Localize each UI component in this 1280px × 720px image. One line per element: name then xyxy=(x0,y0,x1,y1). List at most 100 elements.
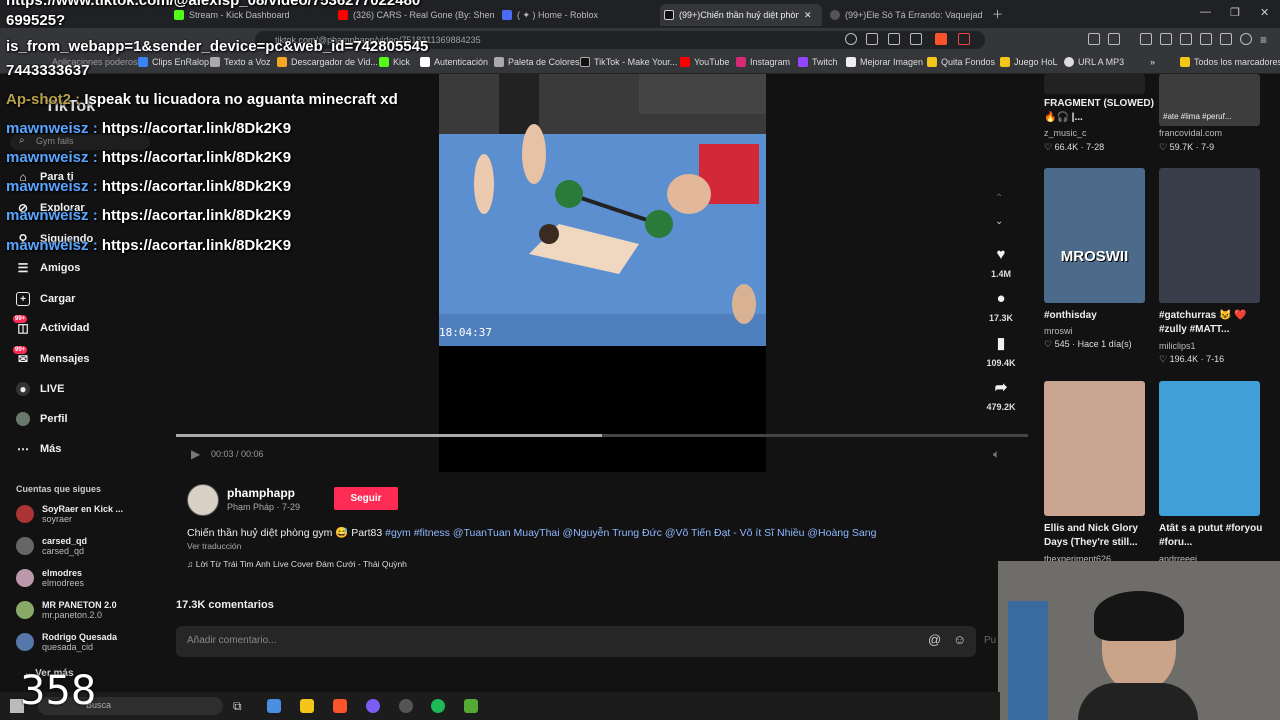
following-item[interactable]: SoyRaer en Kick ... soyraer xyxy=(16,504,123,524)
avatar xyxy=(16,601,34,619)
recommended-thumb[interactable] xyxy=(1159,168,1260,303)
wallet-icon[interactable] xyxy=(1200,33,1212,45)
bookmark-item[interactable]: Clips EnRalop xyxy=(138,57,209,67)
download-icon[interactable] xyxy=(1140,33,1152,45)
music-icon[interactable] xyxy=(1160,33,1172,45)
post-comment-button[interactable]: Pu xyxy=(984,635,996,646)
bookmark-item[interactable]: Paleta de Colores xyxy=(494,57,580,67)
recommended-title[interactable]: FRAGMENT (SLOWED)🔥🎧 |... xyxy=(1044,97,1154,125)
chat-message: mawnweisz : https://acortar.link/8Dk2K9 xyxy=(6,207,292,224)
minecraft-icon[interactable] xyxy=(464,699,478,713)
translate-icon[interactable] xyxy=(888,33,900,45)
close-window-icon[interactable]: ✕ xyxy=(1260,6,1269,19)
nav-amigos[interactable]: ☰ Amigos xyxy=(16,261,81,275)
recommended-title[interactable]: #gatchurras 😺 ❤️ #zully #MATT... xyxy=(1159,309,1269,337)
recommended-user[interactable]: francovidal.com xyxy=(1159,128,1222,138)
bookmark-item[interactable]: Instagram xyxy=(736,57,790,67)
discord-icon[interactable] xyxy=(366,699,380,713)
leo-icon[interactable] xyxy=(1220,33,1232,45)
following-item[interactable]: Rodrigo Quesada quesada_cid xyxy=(16,632,117,652)
chevron-up-icon[interactable]: ⌃ xyxy=(995,193,1003,204)
bookmark-item[interactable]: Mejorar Imagen xyxy=(846,57,923,67)
recommended-thumb[interactable] xyxy=(1044,381,1145,516)
tab-tiktok-2[interactable]: (99+)Ele Só Tá Errando: Vaquejad xyxy=(826,4,986,26)
author-avatar[interactable] xyxy=(187,484,219,516)
nav-cargar[interactable]: + Cargar xyxy=(16,292,75,306)
tab-roblox[interactable]: ( ✦ ) Home - Roblox xyxy=(498,4,658,26)
recommended-thumb[interactable] xyxy=(1159,381,1260,516)
recommended-title[interactable]: Atât s a putut #foryou #foru... xyxy=(1159,522,1269,550)
translate-link[interactable]: Ver traducción xyxy=(187,541,241,551)
store-icon[interactable] xyxy=(267,699,281,713)
recommended-thumb[interactable] xyxy=(1044,74,1145,94)
volume-icon[interactable]: 🔈︎ xyxy=(993,447,1000,462)
recommended-thumb[interactable]: MROSWII xyxy=(1044,168,1145,303)
minimize-icon[interactable]: — xyxy=(1200,6,1211,18)
nav-mensajes[interactable]: ✉ 99+ Mensajes xyxy=(13,346,90,366)
bookmark-action[interactable]: ▮ 109.4K xyxy=(985,334,1017,368)
share-page-icon[interactable] xyxy=(910,33,922,45)
bookmark-item[interactable]: Quita Fondos xyxy=(927,57,995,67)
follow-button[interactable]: Seguir xyxy=(334,487,398,510)
nav-actividad[interactable]: ◫ 99+ Actividad xyxy=(13,315,90,335)
brave-icon[interactable] xyxy=(333,699,347,713)
music-link[interactable]: ♫ Lời Từ Trái Tim Anh Live Cover Đám Cướ… xyxy=(187,559,407,569)
task-view-icon[interactable]: ⧉ xyxy=(233,699,247,713)
share-action[interactable]: ➦ 479.2K xyxy=(985,378,1017,412)
recommended-thumb[interactable]: #ate #lima #peruf... xyxy=(1159,74,1260,126)
recommended-user[interactable]: miliclips1 xyxy=(1159,341,1196,351)
nav-mas[interactable]: ⋯ Más xyxy=(16,442,61,456)
webcam-object xyxy=(1008,601,1048,720)
chat-message: mawnweisz : https://acortar.link/8Dk2K9 xyxy=(6,178,292,195)
video-player[interactable]: 18:04:37 xyxy=(439,74,766,346)
tablet-icon[interactable] xyxy=(1108,33,1120,45)
restore-icon[interactable]: ❐ xyxy=(1230,6,1240,19)
caption-tags[interactable]: #gym #fitness @TuanTuan MuayThai @Nguyễn… xyxy=(385,527,876,539)
following-item[interactable]: elmodres elmodrees xyxy=(16,568,84,588)
spotify-icon[interactable] xyxy=(431,699,445,713)
bookmark-item[interactable]: Kick xyxy=(379,57,410,67)
following-item[interactable]: carsed_qd carsed_qd xyxy=(16,536,87,556)
like-action[interactable]: ♥ 1.4M xyxy=(985,246,1017,279)
emoji-icon[interactable]: ☺ xyxy=(953,632,966,647)
twitch-icon xyxy=(798,57,808,67)
author-name[interactable]: phamphapp xyxy=(227,486,295,500)
left-sidebar: TikTok ⌕ Gym fails ⌂ Para ti ⊘ Explorar ⚲ S… xyxy=(0,74,176,720)
tab-tiktok-active[interactable]: (99+)Chiến thần huỷ diệt phòng ✕ xyxy=(660,4,822,26)
recommended-title[interactable]: Ellis and Nick Glory Days (They're still… xyxy=(1044,522,1154,550)
bookmark-item[interactable]: Twitch xyxy=(798,57,838,67)
brave-shield-icon[interactable] xyxy=(935,33,947,45)
sidebar-icon[interactable] xyxy=(1180,33,1192,45)
bookmark-item[interactable]: YouTube xyxy=(680,57,729,67)
bookmark-item[interactable]: URL A MP3 xyxy=(1064,57,1124,67)
brave-rewards-icon[interactable] xyxy=(958,33,970,45)
bookmark-item[interactable]: Texto a Voz xyxy=(210,57,271,67)
bookmark-item[interactable]: Juego HoL xyxy=(1000,57,1058,67)
screen-icon[interactable] xyxy=(866,33,878,45)
more-bookmarks-icon[interactable]: » xyxy=(1150,57,1155,67)
play-icon[interactable]: ▶ xyxy=(191,447,200,461)
bookmark-item[interactable]: Autenticación xyxy=(420,57,488,67)
recommended-title[interactable]: #onthisday xyxy=(1044,309,1154,323)
puzzle-icon[interactable] xyxy=(1088,33,1100,45)
menu-icon[interactable]: ≡ xyxy=(1260,33,1272,47)
extension-icon[interactable] xyxy=(845,33,857,45)
mention-icon[interactable]: @ xyxy=(928,632,941,647)
vpn-icon[interactable] xyxy=(1240,33,1252,45)
comment-action[interactable]: ● 17.3K xyxy=(985,290,1017,323)
bookmark-item[interactable]: Descargador de Vid... xyxy=(277,57,378,67)
obs-icon[interactable] xyxy=(399,699,413,713)
recommended-user[interactable]: mroswi xyxy=(1044,326,1073,336)
comment-input[interactable]: Añadir comentario... @ ☺ xyxy=(176,626,976,657)
bookmark-item[interactable]: Todos los marcadores xyxy=(1180,57,1280,67)
nav-live[interactable]: ● LIVE xyxy=(16,382,64,396)
recommended-user[interactable]: z_music_c xyxy=(1044,128,1087,138)
nav-perfil[interactable]: Perfil xyxy=(16,412,68,426)
bookmark-item[interactable]: TikTok - Make Your... xyxy=(580,57,677,67)
chevron-down-icon[interactable]: ⌄ xyxy=(995,216,1003,227)
file-explorer-icon[interactable] xyxy=(300,699,314,713)
close-tab-icon[interactable]: ✕ xyxy=(804,10,812,21)
following-item[interactable]: MR PANETON 2.0 mr.paneton.2.0 xyxy=(16,600,117,620)
chat-message: mawnweisz : https://acortar.link/8Dk2K9 xyxy=(6,120,292,137)
new-tab-icon[interactable]: ＋ xyxy=(992,6,1003,22)
